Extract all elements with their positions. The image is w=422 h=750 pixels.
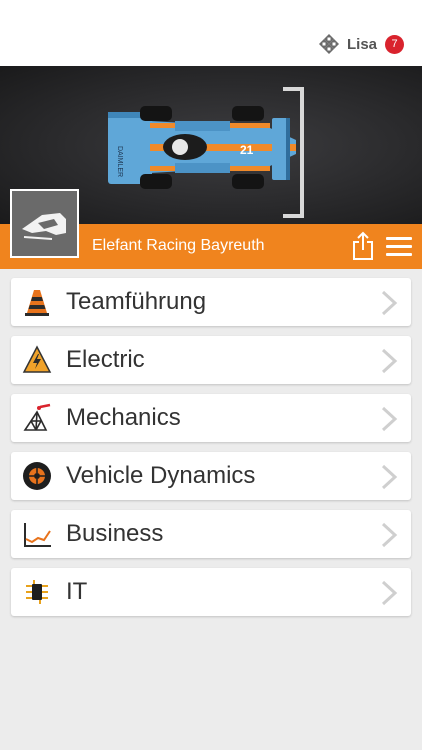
chevron-right-icon [381,522,398,548]
team-name: Elefant Racing Bayreuth [92,237,265,254]
menu-item-it[interactable]: IT [11,568,411,616]
user-name[interactable]: Lisa [347,36,377,53]
truss-frame-icon [23,403,51,431]
menu-item-label: Business [66,520,164,547]
user-logo-icon [318,34,339,54]
elephant-logo-icon [22,213,66,240]
share-icon[interactable] [350,231,376,261]
top-bar: Lisa 7 [0,0,422,66]
microchip-icon [26,580,48,604]
menu-item-business[interactable]: Business [11,510,411,558]
menu-item-label: Teamführung [66,288,207,315]
wheel-icon [23,462,51,490]
menu-item-mechanics[interactable]: Mechanics [11,394,411,442]
high-voltage-icon [22,345,52,373]
chevron-right-icon [381,406,398,432]
user-menu[interactable]: Lisa 7 [318,31,404,57]
menu-item-label: Electric [66,346,145,373]
chevron-right-icon [381,348,398,374]
menu-item-vehicle-dynamics[interactable]: Vehicle Dynamics [11,452,411,500]
hamburger-menu-icon[interactable] [386,237,412,257]
svg-text:DAIMLER: DAIMLER [116,146,123,177]
line-chart-icon [24,523,51,547]
chevron-right-icon [381,290,398,316]
menu-item-teamfuehrung[interactable]: Teamführung [11,278,411,326]
svg-text:21: 21 [240,143,254,157]
menu-item-label: Mechanics [66,404,181,431]
traffic-cone-icon [25,290,49,316]
notification-badge[interactable]: 7 [385,34,404,54]
menu-item-label: IT [66,578,88,605]
team-logo [10,189,79,258]
chevron-right-icon [381,580,398,606]
menu-item-label: Vehicle Dynamics [66,462,256,489]
menu-item-electric[interactable]: Electric [11,336,411,384]
chevron-right-icon [381,464,398,490]
